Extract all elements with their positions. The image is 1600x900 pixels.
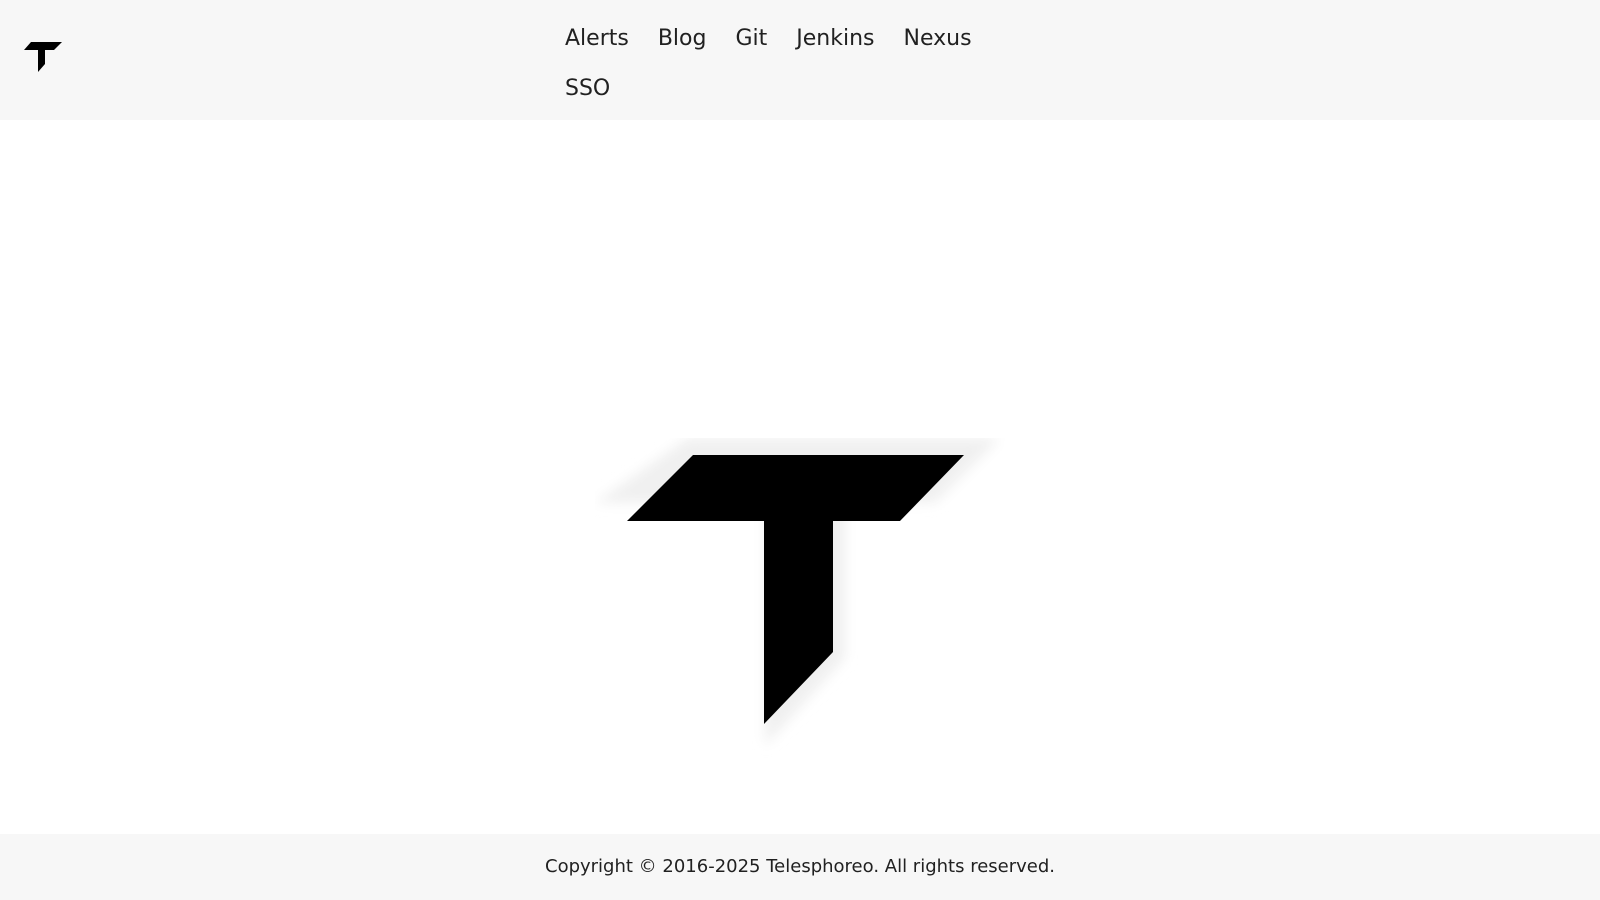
home-logo-link[interactable] bbox=[24, 42, 62, 76]
telesphoreo-logo-icon bbox=[24, 42, 62, 72]
copyright-text: Copyright © 2016-2025 Telesphoreo. All r… bbox=[545, 855, 1055, 877]
nav-link-sso[interactable]: SSO bbox=[551, 64, 625, 114]
main-nav: Alerts Blog Git Jenkins Nexus SSO bbox=[551, 14, 1011, 114]
telesphoreo-hero-logo-icon bbox=[595, 438, 1000, 746]
nav-link-blog[interactable]: Blog bbox=[644, 14, 722, 64]
nav-link-alerts[interactable]: Alerts bbox=[551, 14, 644, 64]
site-header: Alerts Blog Git Jenkins Nexus SSO bbox=[0, 0, 1600, 120]
nav-link-git[interactable]: Git bbox=[721, 14, 782, 64]
nav-link-nexus[interactable]: Nexus bbox=[890, 14, 987, 64]
nav-link-jenkins[interactable]: Jenkins bbox=[782, 14, 889, 64]
main-content bbox=[0, 120, 1600, 834]
site-footer: Copyright © 2016-2025 Telesphoreo. All r… bbox=[0, 834, 1600, 900]
